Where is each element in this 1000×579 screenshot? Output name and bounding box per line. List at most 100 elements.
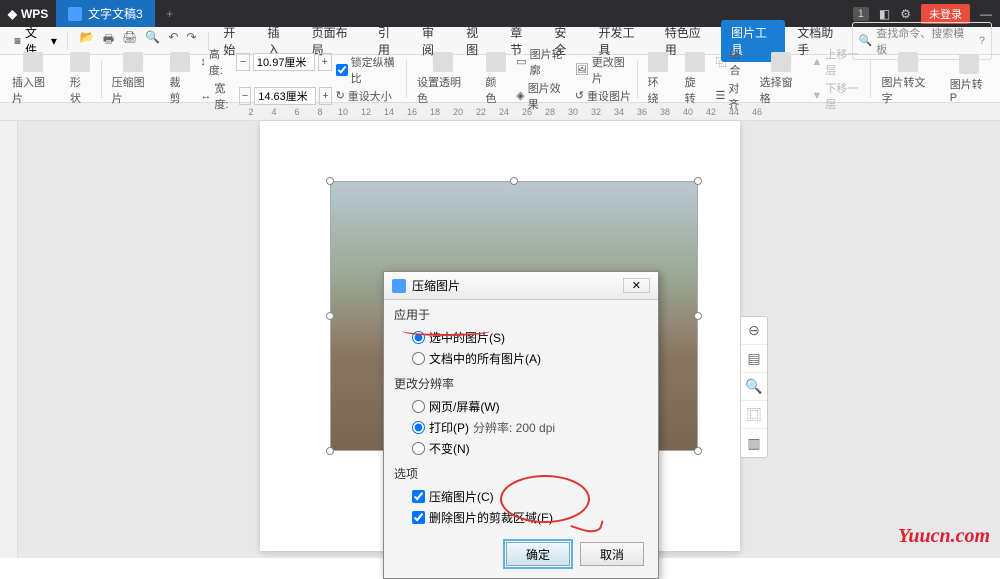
crop-icon <box>170 52 190 72</box>
save-icon[interactable]: 🖶 <box>103 30 114 51</box>
float-tool-4[interactable]: ▥ <box>741 429 767 457</box>
new-tab-button[interactable]: + <box>155 7 185 21</box>
reset-pic-icon: ↺ <box>575 89 584 102</box>
hamburger-icon: ≡ <box>14 34 21 48</box>
preview-icon[interactable]: 🔍 <box>145 30 160 51</box>
float-tool-2[interactable]: 🔍 <box>741 373 767 401</box>
selected-pic-radio[interactable] <box>412 331 425 344</box>
height-dec[interactable]: − <box>236 53 250 71</box>
pic-to-text-button[interactable]: 图片转文字 <box>875 52 939 106</box>
shape-icon <box>70 52 90 72</box>
document-tab[interactable]: 文字文稿3 <box>56 0 155 27</box>
resize-handle-ml[interactable] <box>326 312 334 320</box>
wps-logo: ◆ WPS <box>0 7 56 21</box>
pic2pdf-icon <box>959 54 979 74</box>
width-dec[interactable]: − <box>239 87 251 105</box>
apply-section-title: 应用于 <box>394 306 648 323</box>
down-layer-button[interactable]: ▼下移一层 <box>811 80 866 112</box>
shape-button[interactable]: 形状 <box>64 52 97 106</box>
resize-handle-mr[interactable] <box>694 312 702 320</box>
height-label: 高度: <box>209 46 233 78</box>
resize-handle-tr[interactable] <box>694 177 702 185</box>
compress-checkbox[interactable] <box>412 490 425 503</box>
change-pic-icon: 🖼 <box>575 63 589 76</box>
help-icon[interactable]: ? <box>979 35 985 47</box>
vertical-ruler <box>0 121 18 558</box>
chevron-down-icon: ▾ <box>51 34 57 48</box>
width-icon: ↔ <box>200 90 211 102</box>
lock-ratio-checkbox[interactable] <box>336 64 348 76</box>
insert-picture-button[interactable]: 插入图片 <box>6 52 60 106</box>
wps-icon: ◆ <box>8 7 17 21</box>
resize-handle-tl[interactable] <box>326 177 334 185</box>
compress-dialog: 压缩图片 ✕ 应用于 选中的图片(S) 文档中的所有图片(A) 更改分辨率 网页… <box>383 271 659 579</box>
pic-to-pdf-button[interactable]: 图片转P <box>944 54 994 104</box>
change-pic-button[interactable]: 🖼更改图片 <box>575 54 633 86</box>
resize-handle-tm[interactable] <box>510 177 518 185</box>
pic2text-icon <box>898 52 918 72</box>
skin-icon[interactable]: ◧ <box>879 7 890 21</box>
crop-button[interactable]: 裁剪 <box>163 52 196 106</box>
combine-button[interactable]: ⿻组合 <box>715 46 749 78</box>
reset-size-label[interactable]: 重设大小 <box>348 88 392 104</box>
minimize-icon[interactable]: — <box>980 7 992 21</box>
quick-access: 📂 🖶 🖨 🔍 ↶ ↷ <box>72 30 205 51</box>
width-inc[interactable]: + <box>319 87 331 105</box>
dialog-icon <box>392 279 406 293</box>
rotate-button[interactable]: 旋转 <box>679 52 712 106</box>
web-label: 网页/屏幕(W) <box>429 398 500 415</box>
nochange-radio[interactable] <box>412 442 425 455</box>
color-icon <box>486 52 506 72</box>
outline-button[interactable]: ▭图片轮廓 <box>516 46 571 78</box>
reset-pic-button[interactable]: ↺重设图片 <box>575 88 633 104</box>
reset-size-icon[interactable]: ↻ <box>336 89 345 102</box>
rotate-icon <box>685 52 705 72</box>
web-radio[interactable] <box>412 400 425 413</box>
resolution-value: 分辨率: 200 dpi <box>473 419 555 436</box>
height-icon: ↕ <box>200 56 206 68</box>
delete-crop-checkbox[interactable] <box>412 511 425 524</box>
outline-icon: ▭ <box>516 55 526 68</box>
doc-icon <box>68 7 82 21</box>
open-icon[interactable]: 📂 <box>80 30 95 51</box>
float-tool-3[interactable]: ⿴ <box>741 401 767 429</box>
color-button[interactable]: 颜色 <box>479 52 512 106</box>
ribbon: 插入图片 形状 压缩图片 裁剪 ↕ 高度: − + ↔ 宽度: − + 锁定纵横… <box>0 55 1000 103</box>
print-label: 打印(P) <box>429 419 469 436</box>
selection-pane-button[interactable]: 选择窗格 <box>754 52 808 106</box>
watermark: Yuucn.com <box>898 525 990 548</box>
options-section-title: 选项 <box>394 465 648 482</box>
login-button[interactable]: 未登录 <box>921 4 970 24</box>
doc-title: 文字文稿3 <box>88 5 143 22</box>
delete-crop-label: 删除图片的剪裁区域(E) <box>429 509 553 526</box>
dialog-titlebar[interactable]: 压缩图片 ✕ <box>384 272 658 300</box>
undo-icon[interactable]: ↶ <box>168 30 178 51</box>
document-canvas[interactable]: ⊖▤🔍⿴▥ 压缩图片 ✕ 应用于 选中的图片(S) 文档中的所有图片(A) 更改… <box>0 121 1000 558</box>
ok-button[interactable]: 确定 <box>506 542 570 566</box>
print-radio[interactable] <box>412 421 425 434</box>
resolution-section-title: 更改分辨率 <box>394 375 648 392</box>
down-layer-icon: ▼ <box>811 90 822 102</box>
all-pics-radio[interactable] <box>412 352 425 365</box>
notification-badge[interactable]: 1 <box>853 7 869 21</box>
redo-icon[interactable]: ↷ <box>186 30 196 51</box>
float-tool-1[interactable]: ▤ <box>741 345 767 373</box>
wrap-button[interactable]: 环绕 <box>642 52 675 106</box>
print-icon[interactable]: 🖨 <box>122 30 137 51</box>
height-input[interactable] <box>253 53 315 71</box>
height-inc[interactable]: + <box>318 53 332 71</box>
dialog-close-button[interactable]: ✕ <box>623 278 650 293</box>
cancel-button[interactable]: 取消 <box>580 542 644 566</box>
all-pics-label: 文档中的所有图片(A) <box>429 350 541 367</box>
compress-button[interactable]: 压缩图片 <box>106 52 160 106</box>
set-transparent-button[interactable]: 设置透明色 <box>411 52 475 106</box>
width-label: 宽度: <box>214 80 236 112</box>
align-icon: ☰ <box>715 89 725 102</box>
effects-icon: ◈ <box>516 89 524 102</box>
up-layer-button[interactable]: ▲上移一层 <box>811 46 866 78</box>
resize-handle-br[interactable] <box>694 447 702 455</box>
float-tool-0[interactable]: ⊖ <box>741 317 767 345</box>
resize-handle-bl[interactable] <box>326 447 334 455</box>
width-input[interactable] <box>254 87 316 105</box>
settings-icon[interactable]: ⚙ <box>900 7 911 21</box>
